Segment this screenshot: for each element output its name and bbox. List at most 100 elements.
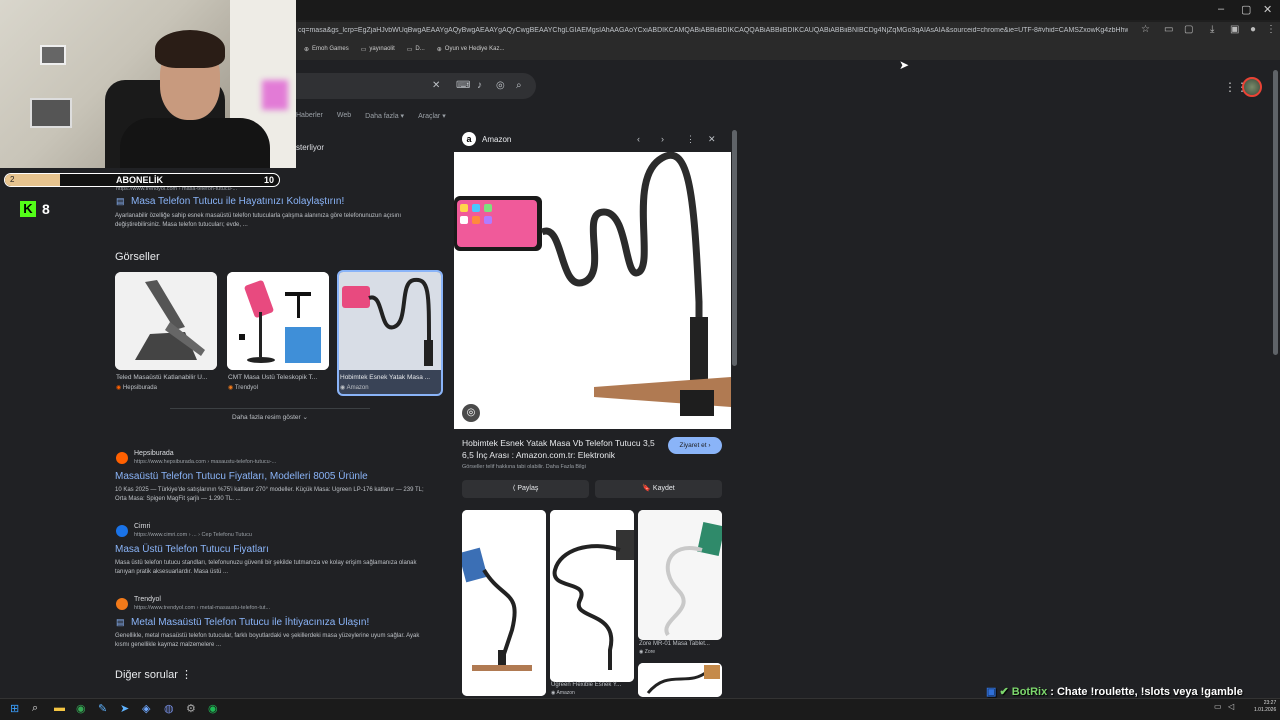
- prev-arrow-icon[interactable]: ‹: [637, 134, 640, 144]
- address-text: cq=masa&gs_lcrp=EgZjaHJvbWUqBwgAEAAYgAQy…: [298, 27, 1128, 34]
- panel-scrollbar[interactable]: [732, 130, 737, 366]
- related-image[interactable]: [550, 510, 634, 682]
- related-image[interactable]: [462, 510, 546, 696]
- bookmark-item[interactable]: ▭ yayınaolit: [361, 46, 395, 56]
- panel-source[interactable]: Amazon: [482, 135, 511, 144]
- other-questions-heading: Diğer sorular ⋮: [115, 669, 193, 681]
- chrome-icon[interactable]: ◉: [76, 702, 86, 715]
- result-snippet: Ayarlanabilir özelliğe sahip esnek masaü…: [115, 213, 402, 228]
- webcam-person-body: [120, 118, 270, 168]
- result-url: https://www.cimri.com › ... › Cep Telefo…: [134, 532, 252, 538]
- tablet-holder-image: [462, 510, 546, 696]
- globe-icon: ⊕: [304, 47, 310, 53]
- avatar[interactable]: [1242, 77, 1262, 97]
- zore-holder-image: [638, 510, 722, 640]
- webcam-lamp: [262, 80, 288, 110]
- webcam-overlay: [0, 0, 296, 168]
- hepsiburada-icon: ◉: [116, 385, 122, 391]
- image-result[interactable]: [115, 272, 217, 370]
- download-icon[interactable]: ⤓: [1210, 24, 1214, 35]
- cast-icon[interactable]: ▭: [1164, 24, 1173, 35]
- panel-title[interactable]: Hobimtek Esnek Yatak Masa Vb Telefon Tut…: [462, 437, 662, 461]
- panel-header: a Amazon: [462, 132, 511, 146]
- image-source: ◉ Amazon: [340, 385, 369, 391]
- address-bar[interactable]: cq=masa&gs_lcrp=EgZjaHJvbWUqBwgAEAAYgAQy…: [296, 22, 1280, 42]
- menu-icon[interactable]: ⋮: [1266, 24, 1276, 35]
- related-image[interactable]: [638, 510, 722, 640]
- volume-icon[interactable]: ◁: [1228, 702, 1234, 711]
- maximize-button[interactable]: ▢: [1241, 3, 1251, 16]
- webcam-wall-picture: [30, 98, 72, 128]
- related-image[interactable]: [638, 663, 722, 697]
- tab-web[interactable]: Web: [337, 112, 351, 120]
- subscription-target: 10: [264, 175, 275, 185]
- close-icon[interactable]: ✕: [708, 134, 716, 145]
- verified-icon: ✔: [999, 686, 1009, 698]
- sidepanel-icon[interactable]: ▣: [1230, 24, 1239, 35]
- more-options-icon[interactable]: ⋮: [686, 134, 695, 145]
- system-clock[interactable]: 23:27 1.01.2026: [1254, 700, 1276, 714]
- lens-icon[interactable]: ◎: [496, 80, 505, 91]
- result-title-link[interactable]: Masa Üstü Telefon Tutucu Fiyatları: [115, 544, 269, 555]
- result-site: Hepsiburada: [134, 450, 174, 457]
- kick-viewer-count: K 8: [20, 201, 50, 217]
- bookmark-item[interactable]: ⊕ Emoh Games: [304, 46, 349, 56]
- related-source: ◉ Zore: [639, 649, 656, 655]
- image-source: ◉ Hepsiburada: [116, 385, 157, 391]
- tab-more[interactable]: Daha fazla ▾: [365, 112, 404, 120]
- image-result[interactable]: [227, 272, 329, 370]
- webcam-wall-picture: [40, 45, 66, 65]
- pen-icon[interactable]: ✎: [98, 702, 107, 715]
- document-icon: ▤: [116, 196, 125, 206]
- clear-icon[interactable]: ✕: [432, 80, 440, 91]
- images-heading: Görseller: [115, 251, 160, 263]
- more-images-button[interactable]: Daha fazla resim göster ⌄: [170, 408, 370, 424]
- amazon-icon: ◉: [340, 385, 346, 391]
- telegram-icon[interactable]: ➤: [120, 702, 129, 715]
- save-button[interactable]: 🔖 Kaydet: [595, 480, 722, 498]
- result-site: Cimri: [134, 523, 151, 530]
- preview-image[interactable]: [454, 152, 731, 429]
- result-title-link[interactable]: Masaüstü Telefon Tutucu Fiyatları, Model…: [115, 471, 368, 482]
- minimize-button[interactable]: –: [1218, 3, 1224, 15]
- image-source: ◉ Trendyol: [228, 385, 258, 391]
- mouse-cursor-icon: ➤: [899, 58, 910, 72]
- settings-icon[interactable]: ⚙: [186, 702, 196, 715]
- folder-icon[interactable]: ▬: [54, 702, 65, 714]
- result-title-link[interactable]: Metal Masaüstü Telefon Tutucu ile İhtiya…: [131, 617, 369, 628]
- result-snippet: Masa üstü telefon tutucu standları, tele…: [115, 560, 417, 575]
- search-icon[interactable]: ⌕: [516, 80, 522, 91]
- page-scrollbar[interactable]: [1273, 70, 1278, 355]
- network-icon[interactable]: ▭: [1214, 702, 1222, 711]
- windows-start-icon[interactable]: ⊞: [10, 702, 19, 715]
- image-caption: CMT Masa Üstü Teleskopik T...: [228, 374, 318, 381]
- result-url: https://www.hepsiburada.com › masaustu-t…: [134, 459, 277, 465]
- related-caption: Zore MR-01 Masa Tablet...: [639, 641, 710, 647]
- spotify-icon[interactable]: ◉: [208, 702, 218, 715]
- keyboard-icon[interactable]: ⌨: [456, 80, 470, 91]
- star-icon[interactable]: ☆: [1141, 24, 1150, 35]
- profile-icon[interactable]: ●: [1250, 24, 1256, 35]
- result-snippet: Genellikle, metal masaüstü telefon tutuc…: [115, 633, 420, 648]
- partial-text: sterliyor: [296, 143, 325, 152]
- bookmark-item[interactable]: ⊕ Oyun ve Hediye Kaz...: [437, 46, 505, 56]
- microphone-icon[interactable]: ♪: [477, 80, 482, 91]
- document-icon: ▤: [116, 617, 125, 627]
- chat-username: BotRix: [1011, 686, 1048, 698]
- lens-search-icon[interactable]: ◎: [462, 404, 480, 422]
- close-window-button[interactable]: ✕: [1263, 3, 1272, 16]
- visit-button[interactable]: Ziyaret et ›: [668, 437, 722, 454]
- result-title-link[interactable]: Masa Telefon Tutucu ile Hayatınızı Kolay…: [131, 196, 344, 207]
- bookmark-item[interactable]: ▭ D...: [407, 46, 425, 56]
- share-button[interactable]: ⟨ Paylaş: [462, 480, 589, 498]
- result-site: Trendyol: [134, 596, 161, 603]
- app-icon[interactable]: ◈: [142, 702, 150, 715]
- flexible-holder-image: [550, 510, 634, 682]
- tab-tools[interactable]: Araçlar ▾: [418, 112, 446, 120]
- tab-news[interactable]: Haberler: [296, 112, 323, 120]
- kick-logo-icon: K: [20, 201, 36, 217]
- discord-icon[interactable]: ◍: [164, 702, 174, 715]
- search-icon[interactable]: ⌕: [32, 702, 38, 715]
- extension-icon[interactable]: ▢: [1184, 24, 1193, 35]
- next-arrow-icon[interactable]: ›: [661, 134, 664, 144]
